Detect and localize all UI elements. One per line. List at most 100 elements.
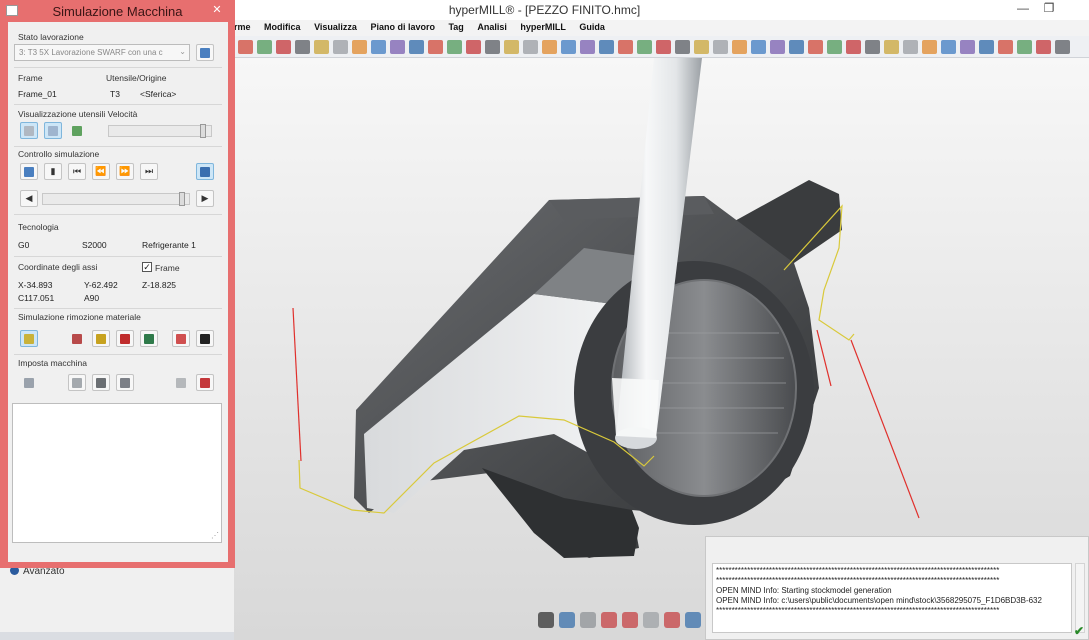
toolbar-icon[interactable]: [409, 40, 424, 54]
step-forward-button[interactable]: ▶: [196, 190, 214, 207]
toolbar-icon[interactable]: [789, 40, 804, 54]
toolbar-icon[interactable]: [1036, 40, 1051, 54]
stop-button[interactable]: ▮: [44, 163, 62, 180]
frame-checkbox[interactable]: ✓: [142, 262, 152, 272]
view-tool-icon[interactable]: [664, 612, 680, 628]
stock-toggle-button[interactable]: [20, 330, 38, 347]
console-output[interactable]: ****************************************…: [712, 563, 1072, 633]
toolbar-icon[interactable]: [580, 40, 595, 54]
toolbar-icon[interactable]: [371, 40, 386, 54]
rewind-button[interactable]: ⏪: [92, 163, 110, 180]
toolbar-icon[interactable]: [941, 40, 956, 54]
color-button[interactable]: [196, 330, 214, 347]
toolbar-icon[interactable]: [732, 40, 747, 54]
view-tool-icon[interactable]: [622, 612, 638, 628]
toolbar-icon[interactable]: [998, 40, 1013, 54]
stock-view-button[interactable]: [68, 330, 86, 347]
view-tool-icon[interactable]: [685, 612, 701, 628]
stock-compare-button[interactable]: [92, 330, 110, 347]
toolbar-icon[interactable]: [637, 40, 652, 54]
toolbar-icon[interactable]: [979, 40, 994, 54]
toolbar-icon[interactable]: [314, 40, 329, 54]
toolbar-icon[interactable]: [846, 40, 861, 54]
toolbar-icon[interactable]: [618, 40, 633, 54]
toolbar-icon[interactable]: [922, 40, 937, 54]
minimize-button[interactable]: —: [1010, 0, 1036, 18]
progress-slider[interactable]: [42, 192, 190, 206]
machine-kinematics-button[interactable]: [92, 374, 110, 391]
show-holder-button[interactable]: [44, 122, 62, 139]
view-tool-icon[interactable]: [559, 612, 575, 628]
view-tool-icon[interactable]: [601, 612, 617, 628]
toolbar-icon[interactable]: [238, 40, 253, 54]
toolbar-icon[interactable]: [1017, 40, 1032, 54]
ok-check-icon[interactable]: ✔: [1074, 624, 1084, 638]
job-list-button[interactable]: [196, 44, 214, 61]
machine-settings-button[interactable]: [196, 374, 214, 391]
menu-modifica[interactable]: Modifica: [264, 20, 301, 32]
stock-export-button[interactable]: [140, 330, 158, 347]
toolbar-icon[interactable]: [276, 40, 291, 54]
toolbar-icon[interactable]: [561, 40, 576, 54]
toolbar-icon[interactable]: [447, 40, 462, 54]
toolbar-icon[interactable]: [675, 40, 690, 54]
show-path-button[interactable]: [68, 122, 86, 139]
toolbar-icon[interactable]: [960, 40, 975, 54]
toolbar-icon[interactable]: [523, 40, 538, 54]
dialog-titlebar[interactable]: Simulazione Macchina ✕: [0, 0, 235, 22]
toolbar-icon[interactable]: [903, 40, 918, 54]
toolbar-icon[interactable]: [656, 40, 671, 54]
menu-tag[interactable]: Tag: [448, 20, 463, 32]
info-text-area[interactable]: ⋰: [12, 403, 222, 543]
toolbar-icon[interactable]: [542, 40, 557, 54]
resize-grip-icon[interactable]: ⋰: [211, 531, 219, 540]
toolbar-icon[interactable]: [1055, 40, 1070, 54]
toolbar-icon[interactable]: [352, 40, 367, 54]
step-back-button[interactable]: ◀: [20, 190, 38, 207]
view-tool-icon[interactable]: [643, 612, 659, 628]
show-tool-button[interactable]: [20, 122, 38, 139]
play-button[interactable]: ⏭: [140, 163, 158, 180]
view-tool-icon[interactable]: [538, 612, 554, 628]
toolbar-icon[interactable]: [485, 40, 500, 54]
toolbar-icon[interactable]: [694, 40, 709, 54]
menu-piano-di-lavoro[interactable]: Piano di lavoro: [370, 20, 435, 32]
toolbar-icon[interactable]: [504, 40, 519, 54]
machine-axis-button[interactable]: [116, 374, 134, 391]
follow-tool-button[interactable]: [196, 163, 214, 180]
machine-list-button[interactable]: [68, 374, 86, 391]
view-tool-icon[interactable]: [580, 612, 596, 628]
toolbar-icon[interactable]: [333, 40, 348, 54]
forward-button[interactable]: ⏩: [116, 163, 134, 180]
toolbar-icon[interactable]: [466, 40, 481, 54]
toolbar-icon[interactable]: [751, 40, 766, 54]
measure-button[interactable]: [172, 330, 190, 347]
toolbar-icon[interactable]: [884, 40, 899, 54]
toolbar-icon[interactable]: [713, 40, 728, 54]
machine-view-button[interactable]: [20, 374, 38, 391]
close-button[interactable]: ✕: [206, 3, 228, 19]
toolbar-icon[interactable]: [390, 40, 405, 54]
toolbar-icon[interactable]: [428, 40, 443, 54]
progress-slider-thumb[interactable]: [178, 192, 185, 206]
stock-collision-button[interactable]: [116, 330, 134, 347]
toolbar-icon[interactable]: [808, 40, 823, 54]
console-scrollbar[interactable]: [1075, 563, 1085, 633]
menu-visualizza[interactable]: Visualizza: [314, 20, 357, 32]
toolbar-icon[interactable]: [599, 40, 614, 54]
toolbar-icon[interactable]: [827, 40, 842, 54]
menu-forme[interactable]: rme: [234, 20, 251, 32]
menu-hypermill[interactable]: hyperMILL: [520, 20, 566, 32]
menu-analisi[interactable]: Analisi: [477, 20, 507, 32]
skip-start-button[interactable]: ⏮: [68, 163, 86, 180]
speed-slider[interactable]: [108, 124, 212, 138]
reset-button[interactable]: [20, 163, 38, 180]
stato-lavorazione-select[interactable]: 3: T3 5X Lavorazione SWARF con una c ⌄: [14, 44, 190, 61]
toolbar-icon[interactable]: [295, 40, 310, 54]
restore-button[interactable]: ❐: [1036, 0, 1062, 18]
toolbar-icon[interactable]: [770, 40, 785, 54]
menu-guida[interactable]: Guida: [579, 20, 605, 32]
machine-export-button[interactable]: [172, 374, 190, 391]
speed-slider-thumb[interactable]: [200, 124, 207, 138]
toolbar-icon[interactable]: [257, 40, 272, 54]
